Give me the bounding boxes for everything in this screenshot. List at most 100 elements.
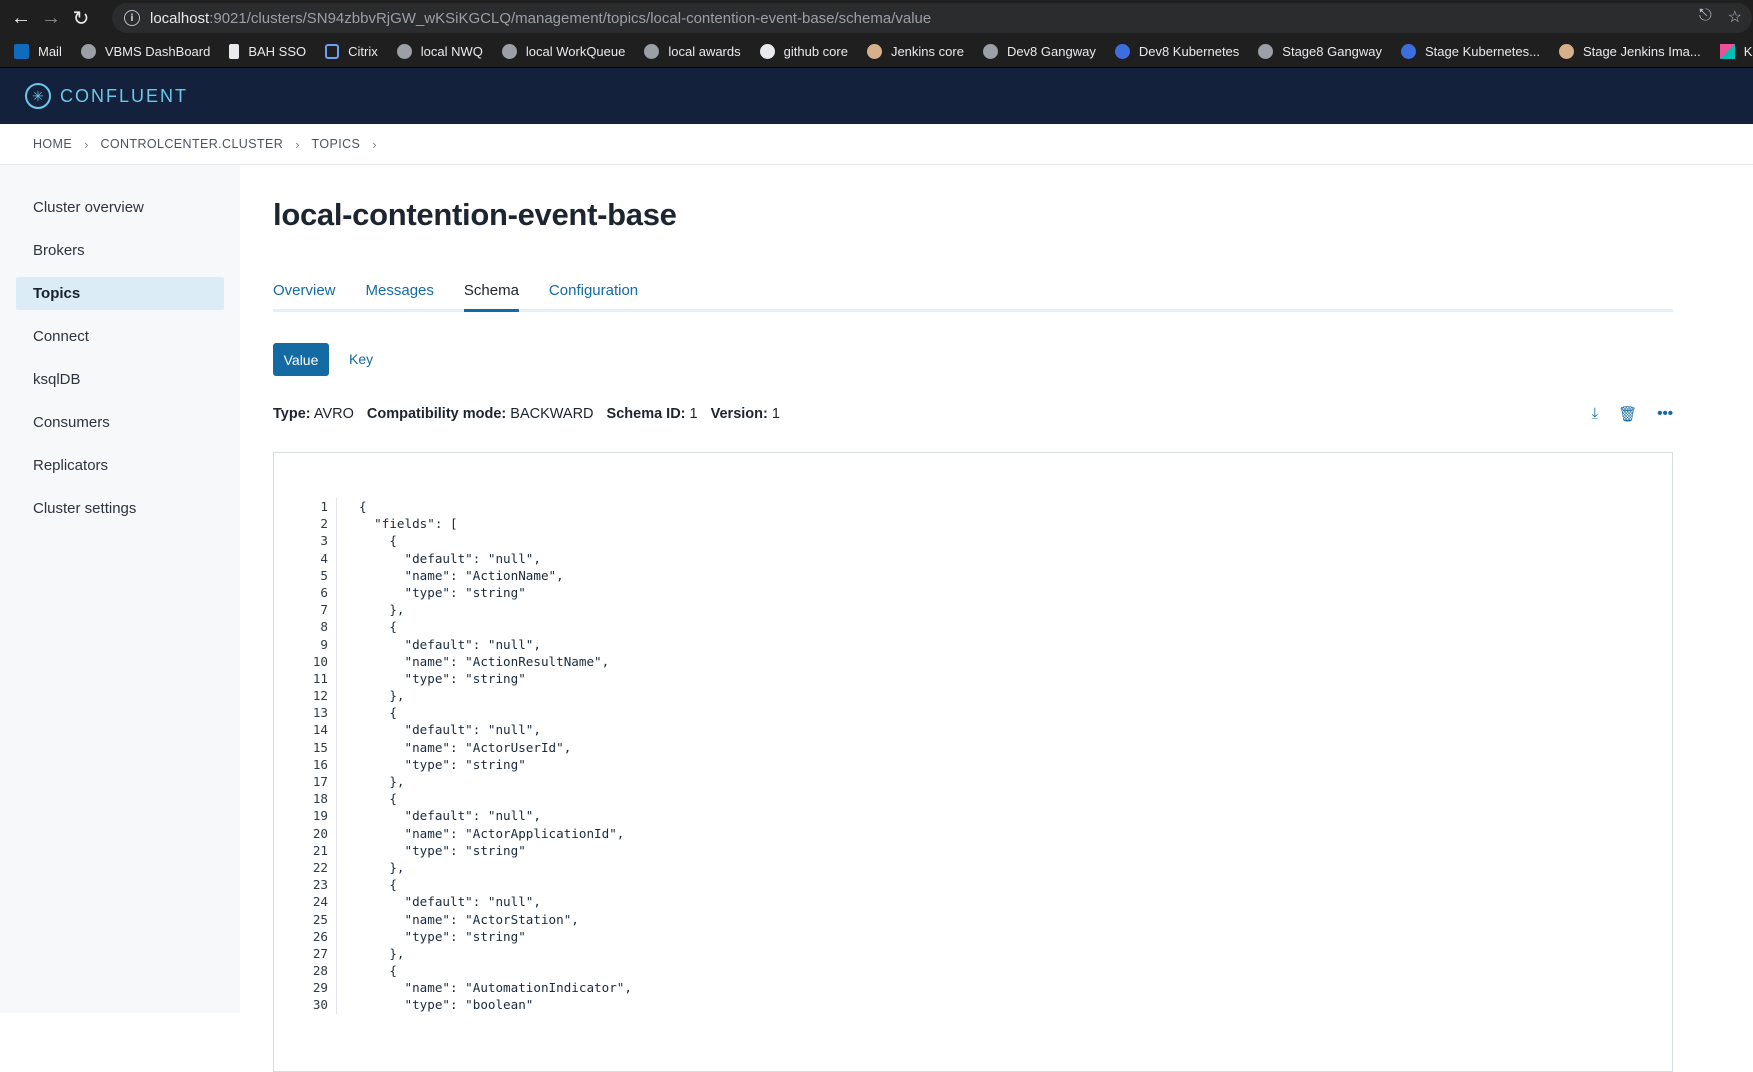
reload-icon[interactable]: ↻ [66,3,96,33]
line-number: 30 [312,997,328,1013]
line-number: 25 [312,911,328,927]
value-schema-button[interactable]: Value [273,343,329,376]
code-line: 28 { [304,962,632,980]
code-text: "type": "string" [359,842,526,858]
trash-icon[interactable]: 🗑 [1618,405,1637,423]
bookmark-stage-jenkins[interactable]: Stage Jenkins Ima... [1558,44,1701,59]
bookmark-stage8-gangway[interactable]: Stage8 Gangway [1258,44,1382,59]
sidebar-item-topics[interactable]: Topics [16,277,224,310]
bookmark-dev8-kubernetes[interactable]: Dev8 Kubernetes [1114,44,1239,59]
code-text: "type": "string" [359,756,526,772]
breadcrumb-cluster[interactable]: CONTROLCENTER.CLUSTER [100,137,283,151]
bookmark-dev8-gangway[interactable]: Dev8 Gangway [982,44,1096,59]
breadcrumb-topics[interactable]: TOPICS [312,137,361,151]
bookmark-bah-sso[interactable]: BAH SSO [229,44,306,59]
code-text: "name": "ActorApplicationId", [359,825,625,841]
code-text: "type": "boolean" [359,997,534,1013]
line-number: 29 [312,980,328,996]
line-number: 15 [312,739,328,755]
code-line: 22 }, [304,858,632,877]
code-line: 17 }, [304,773,632,791]
github-icon [759,44,775,59]
bookmark-local-workqueue[interactable]: local WorkQueue [501,44,625,59]
lock-icon [325,44,340,59]
bookmark-local-nwq[interactable]: local NWQ [396,44,483,59]
kibana-icon [1719,44,1735,59]
tab-messages[interactable]: Messages [366,280,434,312]
breadcrumb-home[interactable]: HOME [33,137,72,151]
sidebar-item-replicators[interactable]: Replicators [16,449,224,482]
line-number: 18 [312,791,328,807]
outlook-icon [14,44,29,59]
bookmark-vbms[interactable]: VBMS DashBoard [80,44,210,59]
bookmark-citrix[interactable]: Citrix [325,44,378,59]
line-number: 27 [312,945,328,961]
confluent-logo-text[interactable]: CONFLUENT [60,86,188,107]
code-line: 15 "name": "ActorUserId", [304,738,632,756]
kubernetes-icon [1114,44,1130,59]
code-text: }, [359,688,405,704]
schema-actions: ⤓ 🗑 ••• [1592,405,1673,423]
code-line: 14 "default": "null", [304,721,632,739]
line-number: 21 [312,842,328,858]
forward-icon[interactable]: → [36,3,66,33]
sidebar-item-ksqldb[interactable]: ksqlDB [16,363,224,396]
line-number: 2 [320,516,328,532]
code-line: 21 "type": "string" [304,841,632,859]
line-number: 9 [320,636,328,652]
code-line: 23 { [304,876,632,894]
share-icon[interactable]: ⎋ [1699,7,1712,27]
sidebar-item-cluster-settings[interactable]: Cluster settings [16,492,224,525]
bookmark-github-core[interactable]: github core [759,44,848,59]
line-number: 23 [312,877,328,893]
line-number: 26 [312,928,328,944]
tab-overview[interactable]: Overview [273,280,336,312]
sidebar-item-connect[interactable]: Connect [16,320,224,353]
code-text: "default": "null", [359,808,541,824]
bookmark-star-icon[interactable]: ☆ [1728,7,1742,27]
code-line: 29 "name": "AutomationIndicator", [304,979,632,997]
sidebar-item-consumers[interactable]: Consumers [16,406,224,439]
code-text: }, [359,602,405,618]
chevron-right-icon: › [295,136,300,152]
more-options-icon[interactable]: ••• [1657,405,1673,423]
line-number: 22 [312,859,328,875]
code-lines: 1{2 "fields": [3 {4 "default": "null", 5 … [304,498,632,1014]
bookmark-mail[interactable]: Mail [14,44,62,59]
back-icon[interactable]: ← [6,3,36,33]
confluent-logo-icon[interactable]: ✳ [25,83,51,109]
line-number: 4 [320,550,328,566]
code-line: 12 }, [304,687,632,705]
code-text: "fields": [ [359,516,458,532]
bookmark-local-awards[interactable]: local awards [644,44,741,59]
line-number: 7 [320,602,328,618]
globe-icon [1258,44,1274,59]
sidebar-item-cluster-overview[interactable]: Cluster overview [16,191,224,224]
globe-icon [644,44,660,59]
line-number: 14 [312,722,328,738]
address-bar[interactable]: i localhost:9021/clusters/SN94zbbvRjGW_w… [112,3,1752,33]
code-line: 20 "name": "ActorApplicationId", [304,824,632,842]
schema-code-viewer[interactable]: 1{2 "fields": [3 {4 "default": "null", 5 … [273,452,1673,1072]
tab-configuration[interactable]: Configuration [549,280,638,312]
code-line: 24 "default": "null", [304,893,632,911]
globe-icon [982,44,998,59]
code-text: "type": "string" [359,670,526,686]
line-number: 6 [320,584,328,600]
tab-schema[interactable]: Schema [463,280,519,312]
line-number: 1 [320,499,328,514]
bookmark-kibana[interactable]: Kibana [1719,44,1753,59]
bookmarks-bar: Mail VBMS DashBoard BAH SSO Citrix local… [0,36,1753,68]
chevron-right-icon: › [372,136,377,152]
bookmark-jenkins-core[interactable]: Jenkins core [866,44,964,59]
bookmark-stage-kubernetes[interactable]: Stage Kubernetes... [1401,44,1540,59]
key-schema-button[interactable]: Key [349,343,373,376]
site-info-icon[interactable]: i [124,10,140,26]
schema-type: Type: AVRO [273,406,354,422]
code-text: "default": "null", [359,894,541,910]
download-icon[interactable]: ⤓ [1592,405,1599,423]
sidebar-item-brokers[interactable]: Brokers [16,234,224,267]
schema-version: Version: 1 [710,406,780,422]
globe-icon [80,44,96,59]
code-line: 6 "type": "string" [304,583,632,602]
